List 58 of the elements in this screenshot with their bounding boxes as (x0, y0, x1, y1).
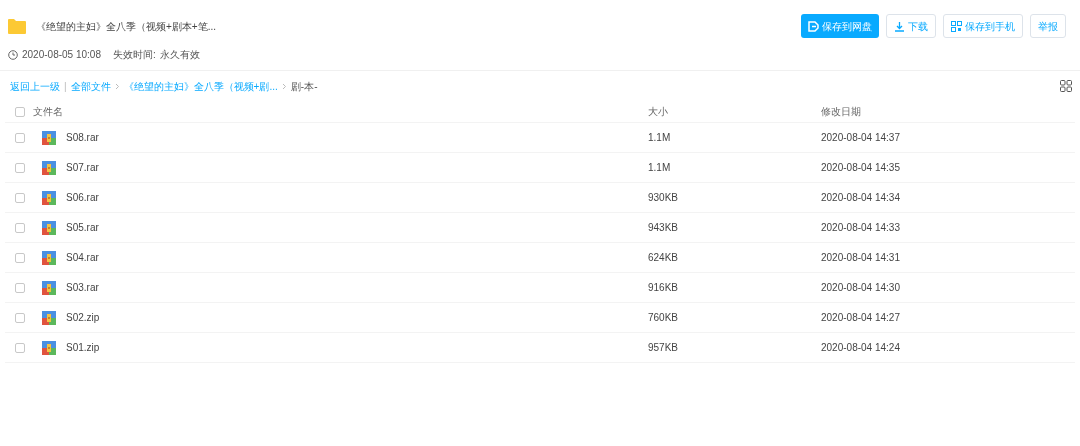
file-name[interactable]: S03.rar (66, 280, 99, 295)
file-size: 1.1M (648, 132, 671, 143)
checkbox[interactable] (15, 222, 25, 233)
checkbox[interactable] (15, 342, 25, 353)
checkbox[interactable] (15, 252, 25, 263)
expiry-label: 失效时间: (112, 48, 156, 62)
file-name[interactable]: S07.rar (66, 160, 99, 175)
chevron-right-icon (281, 82, 287, 90)
file-name[interactable]: S01.zip (66, 340, 100, 355)
archive-file-icon (42, 280, 56, 295)
folder-icon (8, 18, 26, 34)
share-title: 《绝望的主妇》全八季（视频+剧本+笔... (36, 19, 216, 34)
file-name[interactable]: S04.rar (66, 250, 99, 265)
file-name[interactable]: S02.zip (66, 310, 100, 325)
checkbox[interactable] (15, 132, 25, 143)
file-size: 930KB (648, 192, 679, 203)
checkbox[interactable] (15, 162, 25, 173)
file-size: 1.1M (648, 162, 671, 173)
column-header: 修改日期 (821, 106, 861, 117)
modified-date: 2020-08-04 14:34 (821, 192, 900, 203)
modified-date: 2020-08-04 14:27 (821, 312, 900, 323)
modified-date: 2020-08-04 14:35 (821, 162, 900, 173)
column-header: 文件名 (33, 105, 63, 119)
save-to-cloud-icon (808, 20, 819, 32)
archive-file-icon (42, 310, 56, 325)
archive-file-icon (42, 220, 56, 235)
file-size: 957KB (648, 342, 679, 353)
file-size: 760KB (648, 312, 679, 323)
archive-file-icon (42, 250, 56, 265)
checkbox[interactable] (15, 312, 25, 323)
file-size: 624KB (648, 252, 679, 263)
modified-date: 2020-08-04 14:31 (821, 252, 900, 263)
expiry-value: 永久有效 (159, 48, 200, 62)
checkbox[interactable] (15, 106, 25, 117)
qr-code-icon (951, 20, 962, 32)
checkbox[interactable] (15, 192, 25, 203)
modified-date: 2020-08-04 14:33 (821, 222, 900, 233)
file-name[interactable]: S06.rar (66, 190, 99, 205)
grid-view-icon[interactable] (1060, 80, 1072, 92)
chevron-right-icon (114, 82, 120, 90)
file-name[interactable]: S08.rar (66, 130, 99, 145)
modified-date: 2020-08-04 14:37 (821, 132, 900, 143)
file-name[interactable]: S05.rar (66, 220, 99, 235)
archive-file-icon (42, 130, 56, 145)
breadcrumb-divider: | (64, 79, 67, 94)
created-time: 2020-08-05 10:08 (22, 48, 101, 62)
modified-date: 2020-08-04 14:24 (821, 342, 900, 353)
archive-file-icon (42, 340, 56, 355)
download-icon (894, 20, 905, 32)
archive-file-icon (42, 160, 56, 175)
column-header: 大小 (648, 106, 668, 117)
checkbox[interactable] (15, 282, 25, 293)
clock-icon (8, 49, 18, 60)
file-size: 943KB (648, 222, 679, 233)
modified-date: 2020-08-04 14:30 (821, 282, 900, 293)
archive-file-icon (42, 190, 56, 205)
file-size: 916KB (648, 282, 679, 293)
breadcrumb-current: 剧-本- (290, 79, 318, 94)
